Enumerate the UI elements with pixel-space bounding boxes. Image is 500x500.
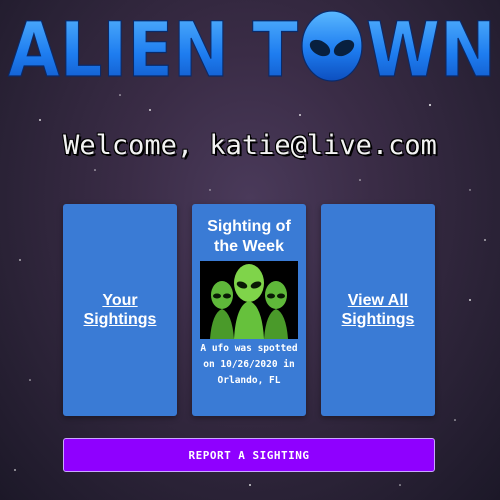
sighting-of-week-description: A ufo was spotted on 10/26/2020 in Orlan… xyxy=(200,343,298,386)
three-green-aliens-image xyxy=(200,261,298,339)
view-all-sightings-card[interactable]: View All Sightings xyxy=(321,204,435,416)
logo-text-left: ALIEN T xyxy=(8,5,298,88)
your-sightings-link[interactable]: Your Sightings xyxy=(80,291,160,329)
your-sightings-card[interactable]: Your Sightings xyxy=(63,204,177,416)
sighting-of-week-card: Sighting of the Week A ufo was spotted o… xyxy=(192,204,306,416)
sighting-of-week-title: Sighting of the Week xyxy=(207,218,291,255)
alien-head-icon xyxy=(301,10,363,82)
welcome-message: Welcome, katie@live.com xyxy=(63,130,437,161)
logo-text-right: WN xyxy=(366,5,496,88)
view-all-sightings-link[interactable]: View All Sightings xyxy=(338,291,418,329)
alien-town-logo: ALIEN T WN xyxy=(7,4,496,88)
report-sighting-button[interactable]: REPORT A SIGHTING xyxy=(63,438,435,472)
